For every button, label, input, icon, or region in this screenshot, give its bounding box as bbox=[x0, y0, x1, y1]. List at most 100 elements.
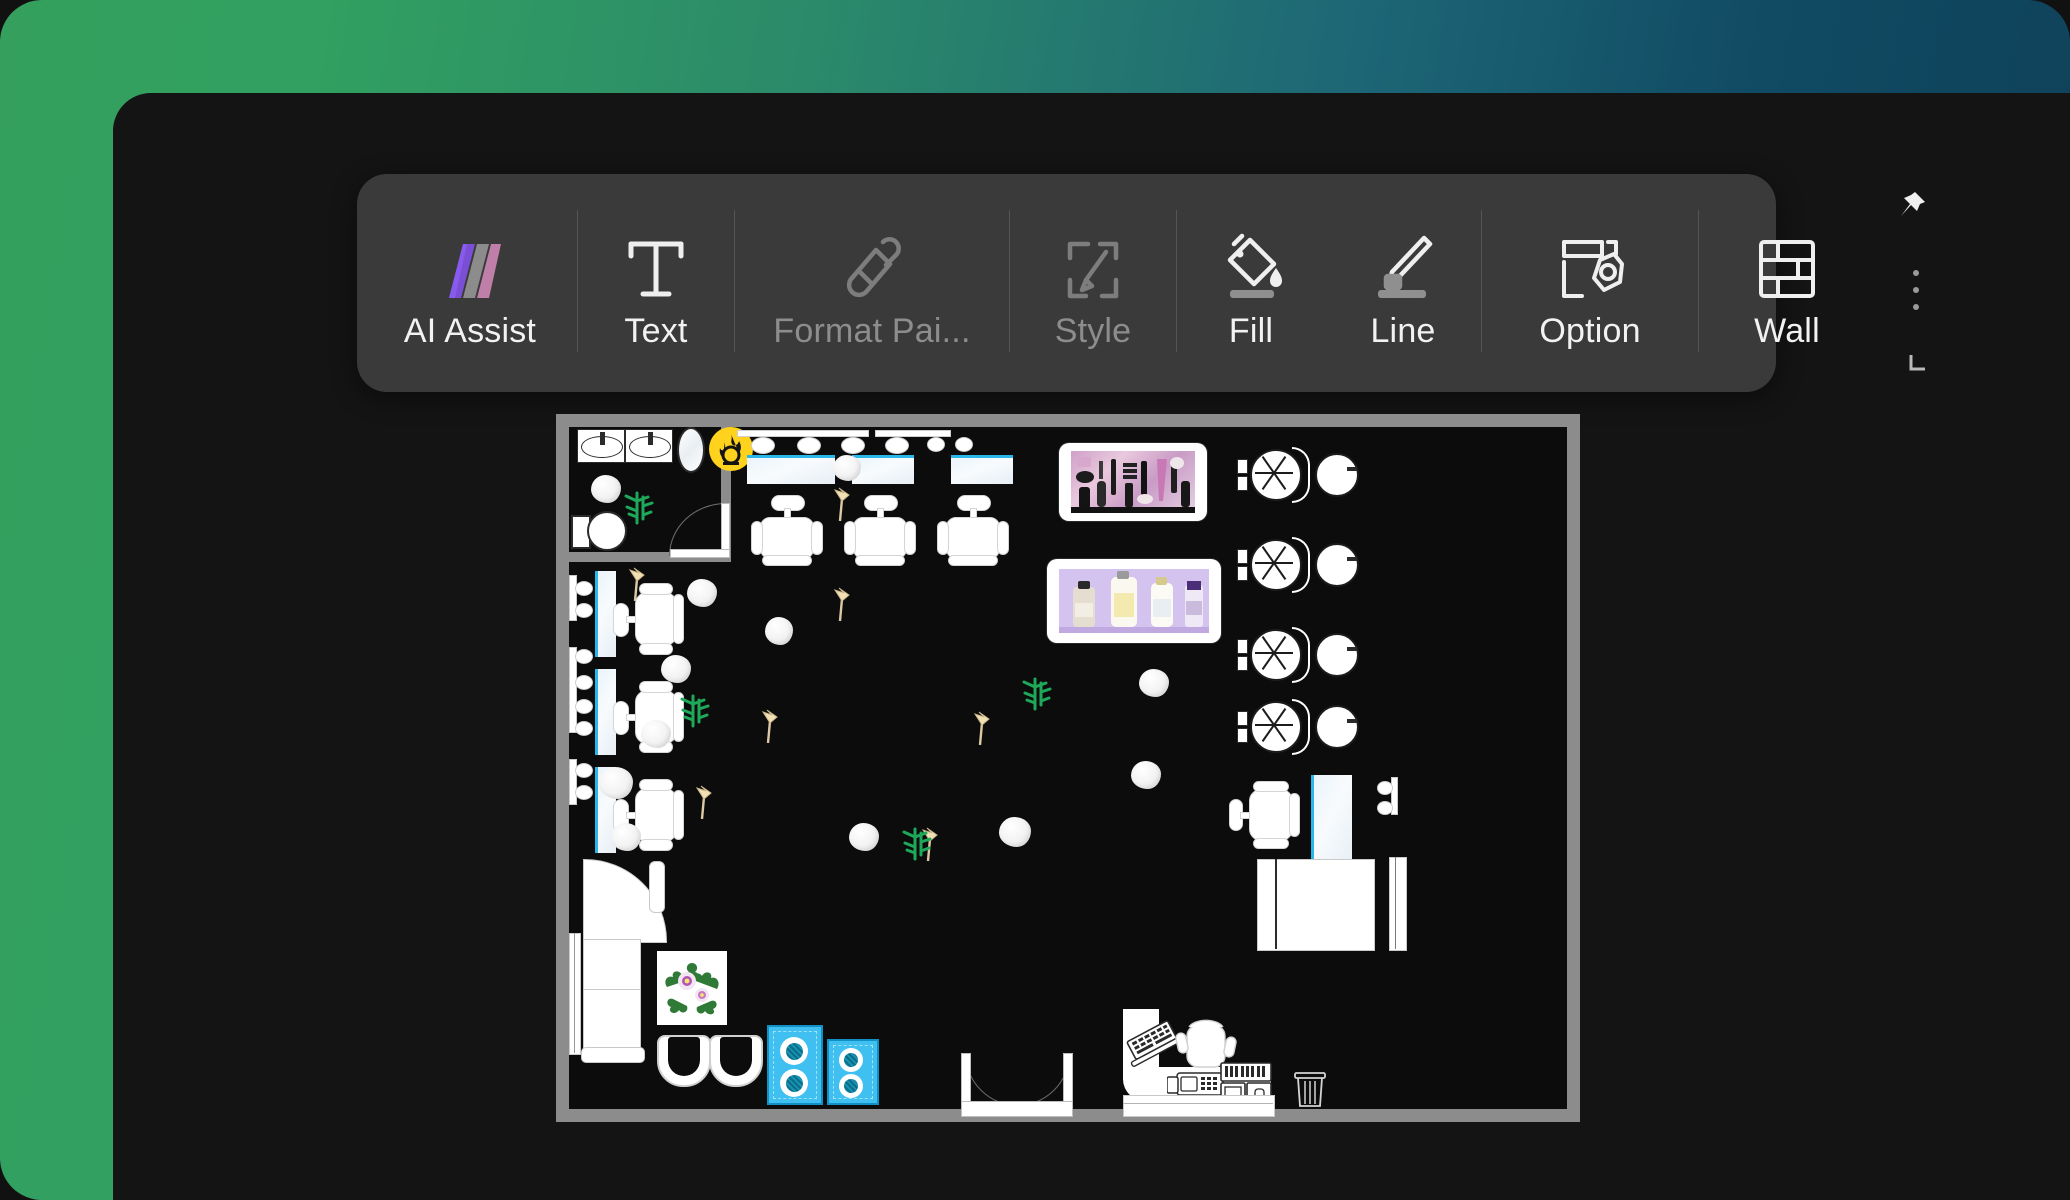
station-mirror-top-3[interactable] bbox=[951, 455, 1013, 484]
wash-station-1[interactable] bbox=[1237, 445, 1359, 503]
station-mirror-right-1[interactable] bbox=[1311, 775, 1352, 869]
decor-bamboo-plant bbox=[677, 692, 711, 735]
wash-basin[interactable] bbox=[1315, 633, 1359, 677]
pedicure-spa-2[interactable] bbox=[827, 1039, 879, 1105]
sofa-segment[interactable] bbox=[583, 939, 641, 993]
decor-pebble bbox=[687, 579, 717, 607]
sofa-wall-trim-line bbox=[574, 933, 575, 1053]
station-mirror-top-2[interactable] bbox=[852, 455, 914, 484]
lounge-tub-chair-2[interactable] bbox=[709, 1035, 763, 1087]
decor-sprig bbox=[626, 567, 648, 606]
wash-basin[interactable] bbox=[1315, 705, 1359, 749]
ceiling-bulb bbox=[955, 437, 973, 452]
styling-chair-top-3[interactable] bbox=[933, 495, 1011, 566]
lounge-tub-chair-1[interactable] bbox=[657, 1035, 711, 1087]
entry-door-leaf-left[interactable] bbox=[961, 1053, 971, 1107]
decor-pebble bbox=[765, 617, 793, 645]
wall-art-salon-tools[interactable] bbox=[1059, 443, 1207, 521]
spa-jet bbox=[780, 1037, 808, 1065]
floor-surface bbox=[569, 427, 1567, 1117]
sofa-segment[interactable] bbox=[583, 989, 641, 1051]
ceiling-bulb bbox=[797, 437, 821, 454]
floorplan-canvas[interactable] bbox=[556, 414, 1580, 1122]
style-icon bbox=[1060, 218, 1126, 304]
toolbar-button-ai-assist[interactable]: AI Assist bbox=[363, 174, 577, 392]
format-painter-icon bbox=[836, 218, 908, 304]
bathroom-door-sill bbox=[670, 549, 730, 558]
toolbar-label: Fill bbox=[1228, 312, 1274, 350]
floating-toolbar: AI Assist Text Format Pai... Style Fill … bbox=[357, 174, 1925, 392]
toolbar-label: Style bbox=[1054, 312, 1132, 350]
toolbar-button-line[interactable]: Line bbox=[1325, 174, 1481, 392]
wall-bulb bbox=[575, 675, 593, 690]
styling-chair-top-1[interactable] bbox=[747, 495, 825, 566]
toolbar-button-wall[interactable]: Wall bbox=[1699, 174, 1875, 392]
toolbar-button-fill[interactable]: Fill bbox=[1177, 174, 1325, 392]
decor-pebble bbox=[1131, 761, 1161, 789]
wash-station-3[interactable] bbox=[1237, 625, 1359, 683]
entry-door-leaf-right[interactable] bbox=[1063, 1053, 1073, 1107]
wall-art-hair-products[interactable] bbox=[1047, 559, 1221, 643]
bathroom-sink-1[interactable] bbox=[577, 429, 625, 463]
wall-bulb bbox=[1377, 781, 1393, 795]
styling-chair-left-1[interactable] bbox=[613, 579, 684, 657]
toolbar-button-text[interactable]: Text bbox=[578, 174, 734, 392]
ceiling-bulb bbox=[841, 437, 865, 454]
hair-products-image bbox=[1059, 569, 1209, 633]
wall-bulb bbox=[575, 721, 593, 736]
sofa-armrest[interactable] bbox=[581, 1047, 645, 1063]
wash-basin[interactable] bbox=[1315, 543, 1359, 587]
spa-jet bbox=[839, 1074, 863, 1098]
wash-station-2[interactable] bbox=[1237, 535, 1359, 593]
decor-bamboo-plant bbox=[1019, 675, 1053, 718]
counter-edge-line bbox=[1275, 859, 1277, 949]
toolbar-button-option[interactable]: Option bbox=[1482, 174, 1698, 392]
ai-assist-icon bbox=[433, 218, 507, 304]
resize-handle-icon[interactable] bbox=[1905, 351, 1931, 382]
wall-bulb bbox=[575, 763, 593, 778]
reception-desk-trim-line bbox=[1123, 1103, 1273, 1104]
decor-bamboo-plant bbox=[899, 825, 933, 868]
option-icon bbox=[1552, 218, 1628, 304]
decor-sprig bbox=[831, 487, 853, 526]
right-wall-column bbox=[1389, 857, 1407, 951]
app-screenshot: AI Assist Text Format Pai... Style Fill … bbox=[0, 0, 2070, 1200]
wall-bulb bbox=[1377, 801, 1393, 815]
bathroom-oval-mirror[interactable] bbox=[677, 427, 705, 473]
pedicure-spa-1[interactable] bbox=[767, 1025, 823, 1105]
sofa-armrest[interactable] bbox=[649, 861, 665, 913]
wall-bulb bbox=[575, 699, 593, 714]
salon-tools-image bbox=[1071, 451, 1195, 513]
toolbar-label: Wall bbox=[1754, 312, 1820, 350]
toilet-bowl[interactable] bbox=[587, 511, 627, 551]
ceiling-bulb bbox=[751, 437, 775, 454]
decor-pebble bbox=[833, 455, 861, 481]
more-options-icon[interactable] bbox=[1913, 270, 1919, 310]
wash-station-4[interactable] bbox=[1237, 697, 1359, 755]
wash-basin[interactable] bbox=[1315, 453, 1359, 497]
decor-pebble bbox=[611, 823, 641, 851]
wall-bulb bbox=[575, 603, 593, 618]
sofa-wall-trim bbox=[569, 933, 581, 1055]
decor-sprig bbox=[759, 709, 781, 748]
decor-pebble bbox=[599, 767, 633, 799]
floor-art-floral[interactable] bbox=[657, 951, 727, 1025]
toolbar-button-format-painter[interactable]: Format Pai... bbox=[735, 174, 1009, 392]
entry-door-threshold bbox=[961, 1101, 1073, 1117]
decor-sprig bbox=[831, 587, 853, 626]
toolbar-button-style[interactable]: Style bbox=[1010, 174, 1176, 392]
styling-chair-right-1[interactable] bbox=[1229, 779, 1300, 849]
decor-sprig bbox=[693, 785, 715, 824]
spa-jet bbox=[780, 1069, 808, 1097]
entry-door-arc-left bbox=[965, 1053, 1018, 1106]
decor-pebble bbox=[591, 475, 621, 503]
station-mirror-top-1[interactable] bbox=[747, 455, 835, 484]
decor-pebble bbox=[641, 720, 671, 748]
toolbar-items: AI Assist Text Format Pai... Style Fill … bbox=[357, 174, 1875, 392]
pin-icon[interactable] bbox=[1893, 188, 1929, 229]
ceiling-bulb bbox=[927, 437, 945, 452]
bathroom-sink-2[interactable] bbox=[625, 429, 673, 463]
decor-pebble bbox=[661, 655, 691, 683]
trash-can-icon[interactable] bbox=[1293, 1071, 1327, 1114]
decor-pebble bbox=[849, 823, 879, 851]
